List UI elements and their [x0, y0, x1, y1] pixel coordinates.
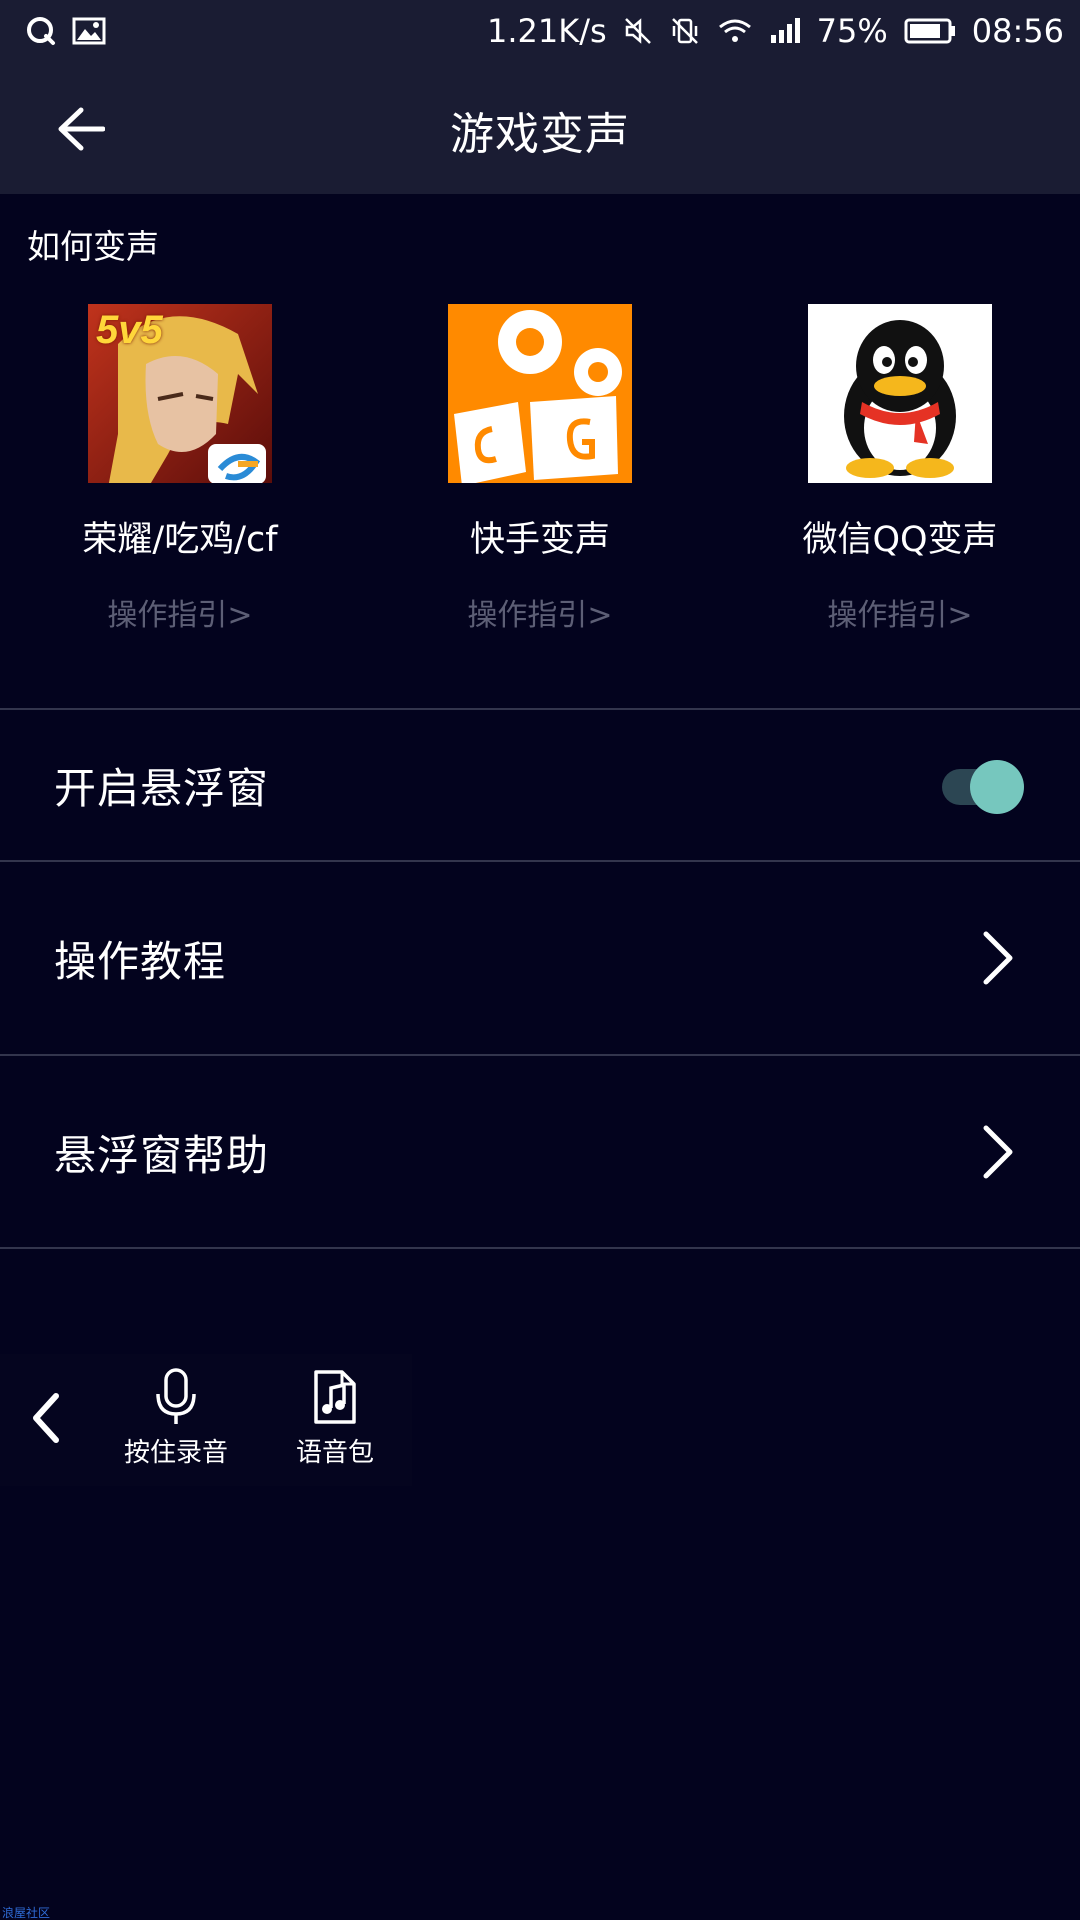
guide-link[interactable]: 操作指引> [827, 590, 972, 634]
image-icon [72, 17, 106, 45]
floating-window-label: 开启悬浮窗 [54, 763, 270, 813]
app-name: 荣耀/吃鸡/cf [82, 520, 278, 560]
floating-help-row[interactable]: 悬浮窗帮助 [0, 1056, 1080, 1248]
battery-percent: 75% [816, 12, 888, 50]
app-header: 游戏变声 [0, 62, 1080, 194]
voice-pack-button[interactable]: 语音包 [296, 1368, 374, 1469]
page-title: 游戏变声 [450, 109, 630, 160]
record-button[interactable]: 按住录音 [124, 1368, 228, 1469]
qq-icon [26, 16, 56, 46]
status-left [26, 16, 106, 46]
signal-icon [769, 17, 801, 45]
divider [0, 1247, 1080, 1249]
app-card-qq[interactable]: 微信QQ变声 操作指引> [720, 304, 1080, 634]
music-file-icon [314, 1370, 356, 1424]
section-label: 如何变声 [27, 227, 159, 266]
clock: 08:56 [971, 12, 1064, 50]
game-badge: 5v5 [96, 308, 163, 352]
mute-icon [623, 16, 653, 46]
app-card-games[interactable]: 5v5 荣耀/吃鸡/cf 操作指引> [0, 304, 360, 634]
battery-icon [904, 17, 956, 45]
guide-link[interactable]: 操作指引> [107, 590, 252, 634]
apps-row: 5v5 荣耀/吃鸡/cf 操作指引> 快手变声 操作指引> 微信QQ变声 操作指… [0, 304, 1080, 634]
tutorial-row[interactable]: 操作教程 [0, 862, 1080, 1054]
app-card-kuaishou[interactable]: 快手变声 操作指引> [360, 304, 720, 634]
guide-link[interactable]: 操作指引> [467, 590, 612, 634]
kuaishou-app-icon[interactable] [448, 304, 632, 483]
chevron-right-icon [983, 1125, 1013, 1179]
floating-help-label: 悬浮窗帮助 [54, 1130, 270, 1180]
floating-window-row[interactable]: 开启悬浮窗 [0, 710, 1080, 860]
game-app-icon[interactable]: 5v5 [88, 304, 272, 483]
status-bar: 1.21K/s 75% 08:56 [0, 0, 1080, 62]
network-speed: 1.21K/s [486, 12, 607, 50]
chevron-right-icon [983, 931, 1013, 985]
qq-penguin-app-icon[interactable] [808, 304, 992, 483]
record-label: 按住录音 [124, 1438, 229, 1468]
toggle-knob [970, 760, 1024, 814]
chevron-left-icon[interactable] [26, 1386, 66, 1450]
floating-toolbar: 按住录音 语音包 [0, 1354, 412, 1486]
floating-window-toggle[interactable] [942, 760, 1026, 814]
wifi-icon [717, 17, 753, 45]
watermark: 浪屋社区 [2, 1906, 51, 1920]
voice-pack-label: 语音包 [296, 1438, 375, 1468]
microphone-icon [156, 1368, 196, 1424]
vibrate-off-icon [669, 15, 701, 47]
app-name: 快手变声 [469, 520, 610, 560]
status-right: 1.21K/s 75% 08:56 [487, 12, 1064, 50]
tutorial-label: 操作教程 [54, 936, 227, 986]
app-name: 微信QQ变声 [802, 520, 998, 560]
